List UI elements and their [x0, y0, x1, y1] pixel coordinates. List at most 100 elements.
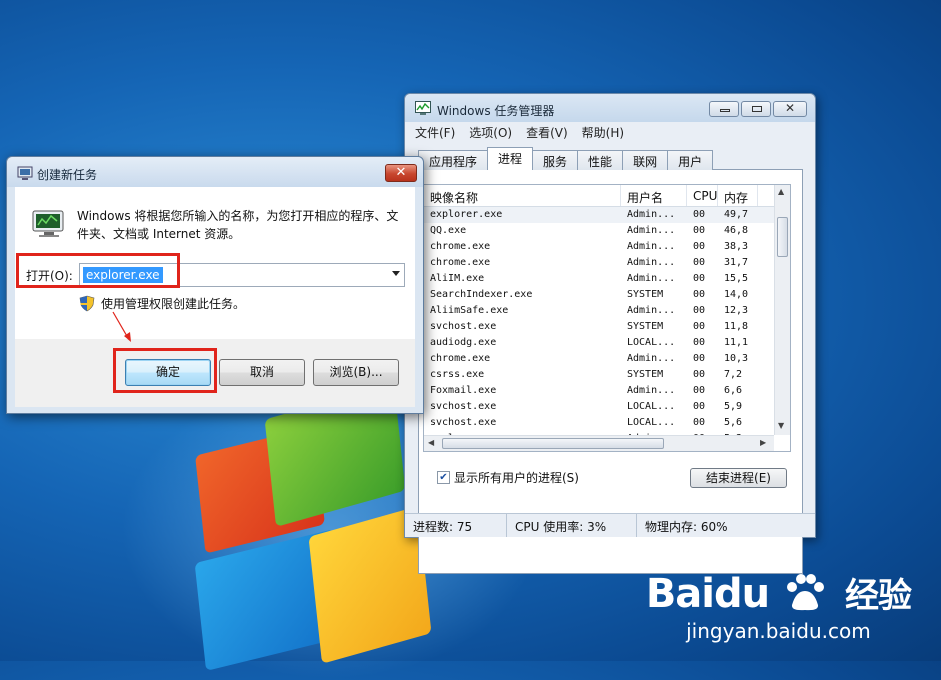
menu-file[interactable]: 文件(F) [415, 124, 455, 141]
cell-image-name: csrss.exe [430, 369, 485, 380]
table-row[interactable]: svchost.exe SYSTEM 00 11,8 [424, 319, 790, 335]
tab-processes[interactable]: 进程 [487, 147, 534, 170]
task-manager-titlebar[interactable]: Windows 任务管理器 ✕ [405, 94, 815, 122]
menu-options[interactable]: 选项(O) [469, 124, 512, 141]
cell-image-name: Foxmail.exe [430, 385, 497, 396]
task-manager-window: Windows 任务管理器 ✕ 文件(F) 选项(O) 查看(V) 帮助(H) … [404, 93, 816, 574]
column-cpu[interactable]: CPU [687, 185, 718, 206]
status-memory: 物理内存: 60% [645, 520, 728, 534]
table-row[interactable]: AliimSafe.exe Admin... 00 12,3 [424, 303, 790, 319]
dialog-title: 创建新任务 [37, 168, 98, 182]
cell-memory: 14,0 [724, 289, 749, 300]
cancel-button[interactable]: 取消 [219, 359, 305, 386]
cell-cpu: 00 [693, 257, 706, 268]
cell-image-name: svchost.exe [430, 401, 497, 412]
cell-image-name: chrome.exe [430, 353, 491, 364]
cell-memory: 31,7 [724, 257, 749, 268]
cell-user-name: SYSTEM [627, 289, 664, 300]
table-row[interactable]: explorer.exe Admin... 00 49,7 [424, 207, 790, 223]
process-list-header: 映像名称 用户名 CPU 内存 [424, 185, 790, 207]
scroll-down-icon[interactable]: ▼ [778, 421, 784, 430]
horizontal-scrollbar[interactable]: ◀ ▶ [424, 435, 774, 451]
table-row[interactable]: QQ.exe Admin... 00 46,8 [424, 223, 790, 239]
table-row[interactable]: csrss.exe SYSTEM 00 7,2 [424, 367, 790, 383]
tab-strip: 应用程序 进程 服务 性能 联网 用户 [418, 147, 714, 170]
cell-user-name: LOCAL... [627, 401, 676, 412]
column-image-name[interactable]: 映像名称 [424, 185, 621, 206]
cell-memory: 49,7 [724, 209, 749, 220]
tab-performance[interactable]: 性能 [577, 150, 624, 170]
cell-image-name: svchost.exe [430, 417, 497, 428]
admin-privilege-row: 使用管理权限创建此任务。 [79, 295, 245, 312]
table-row[interactable]: chrome.exe Admin... 00 38,3 [424, 239, 790, 255]
cell-cpu: 00 [693, 321, 706, 332]
run-icon [17, 166, 33, 180]
vertical-scrollbar[interactable]: ▲ ▼ [774, 185, 790, 435]
maximize-button[interactable] [741, 101, 771, 117]
tab-users[interactable]: 用户 [667, 150, 714, 170]
cell-user-name: LOCAL... [627, 337, 676, 348]
table-row[interactable]: SearchIndexer.exe SYSTEM 00 14,0 [424, 287, 790, 303]
cell-user-name: Admin... [627, 305, 676, 316]
maximize-icon [752, 106, 762, 112]
show-all-users-checkbox[interactable]: ✔ [437, 471, 450, 484]
table-row[interactable]: AliIM.exe Admin... 00 15,5 [424, 271, 790, 287]
column-user-name[interactable]: 用户名 [621, 185, 687, 206]
browse-button[interactable]: 浏览(B)... [313, 359, 399, 386]
cell-cpu: 00 [693, 353, 706, 364]
cell-memory: 11,8 [724, 321, 749, 332]
menu-view[interactable]: 查看(V) [526, 124, 568, 141]
watermark-brand-cn: 经验 [845, 576, 912, 616]
run-program-icon [32, 210, 64, 237]
cell-user-name: LOCAL... [627, 417, 676, 428]
close-icon: ✕ [395, 165, 407, 180]
cell-user-name: Admin... [627, 209, 676, 220]
table-row[interactable]: Foxmail.exe Admin... 00 6,6 [424, 383, 790, 399]
column-memory[interactable]: 内存 [718, 185, 758, 206]
table-row[interactable]: chrome.exe Admin... 00 10,3 [424, 351, 790, 367]
process-list[interactable]: 映像名称 用户名 CPU 内存 explorer.exe Admin... 00 49… [423, 184, 791, 452]
cell-user-name: SYSTEM [627, 369, 664, 380]
menu-help[interactable]: 帮助(H) [582, 124, 624, 141]
end-process-button[interactable]: 结束进程(E) [690, 468, 787, 488]
horizontal-scroll-thumb[interactable] [442, 438, 664, 449]
cell-image-name: AliIM.exe [430, 273, 485, 284]
menu-bar: 文件(F) 选项(O) 查看(V) 帮助(H) [415, 124, 624, 141]
vertical-scroll-thumb[interactable] [777, 217, 788, 257]
cell-memory: 10,3 [724, 353, 749, 364]
minimize-icon [720, 109, 730, 112]
status-cpu-usage: CPU 使用率: 3% [507, 514, 637, 537]
cell-cpu: 00 [693, 385, 706, 396]
status-process-count: 进程数: 75 [405, 514, 507, 537]
cell-image-name: SearchIndexer.exe [430, 289, 533, 300]
table-row[interactable]: svchost.exe LOCAL... 00 5,6 [424, 415, 790, 431]
close-button[interactable]: ✕ [773, 101, 807, 117]
cell-cpu: 00 [693, 305, 706, 316]
cell-cpu: 00 [693, 289, 706, 300]
cell-memory: 7,2 [724, 369, 743, 380]
cell-cpu: 00 [693, 417, 706, 428]
cell-user-name: Admin... [627, 257, 676, 268]
cell-cpu: 00 [693, 241, 706, 252]
show-all-users-label: 显示所有用户的进程(S) [454, 471, 579, 485]
minimize-button[interactable] [709, 101, 739, 117]
tab-applications[interactable]: 应用程序 [418, 150, 489, 170]
cell-user-name: SYSTEM [627, 321, 664, 332]
cell-image-name: svchost.exe [430, 321, 497, 332]
cell-memory: 15,5 [724, 273, 749, 284]
tab-networking[interactable]: 联网 [622, 150, 669, 170]
status-bar: 进程数: 75 CPU 使用率: 3% 物理内存: 60% [405, 513, 815, 537]
cell-cpu: 00 [693, 225, 706, 236]
cell-memory: 46,8 [724, 225, 749, 236]
dialog-titlebar[interactable]: 创建新任务 ✕ [7, 157, 423, 187]
dialog-close-button[interactable]: ✕ [385, 164, 417, 182]
scroll-left-icon[interactable]: ◀ [428, 438, 434, 447]
highlight-ok-button [113, 348, 217, 393]
scroll-up-icon[interactable]: ▲ [778, 187, 784, 196]
table-row[interactable]: svchost.exe LOCAL... 00 5,9 [424, 399, 790, 415]
table-row[interactable]: chrome.exe Admin... 00 31,7 [424, 255, 790, 271]
chevron-down-icon[interactable] [392, 271, 400, 276]
scroll-right-icon[interactable]: ▶ [760, 438, 766, 447]
table-row[interactable]: audiodg.exe LOCAL... 00 11,1 [424, 335, 790, 351]
tab-services[interactable]: 服务 [532, 150, 579, 170]
